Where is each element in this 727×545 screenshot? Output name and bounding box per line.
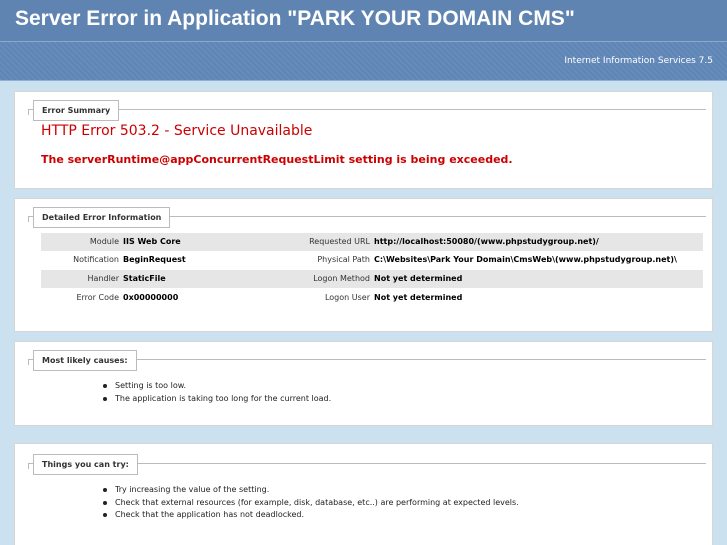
logon-method-label: Logon Method xyxy=(313,274,370,283)
logon-user-label: Logon User xyxy=(324,293,370,302)
legend-tick xyxy=(28,359,29,365)
likely-causes-panel: Most likely causes: Setting is too low. … xyxy=(14,341,713,426)
likely-causes-legend: Most likely causes: xyxy=(33,350,137,371)
server-info: Internet Information Services 7.5 xyxy=(564,56,713,66)
handler-value: StaticFile xyxy=(123,274,166,283)
list-item: Check that external resources (for examp… xyxy=(101,497,519,510)
try-list: Try increasing the value of the setting.… xyxy=(101,484,519,522)
legend-tick xyxy=(28,216,29,222)
list-item: The application is taking too long for t… xyxy=(101,393,331,406)
notification-label: Notification xyxy=(73,255,119,264)
server-info-bar: Internet Information Services 7.5 xyxy=(0,42,727,81)
detailed-error-panel: Detailed Error Information Module IIS Web… xyxy=(14,198,713,332)
list-item: Setting is too low. xyxy=(101,380,331,393)
requested-url-value: http://localhost:50080/(www.phpstudygrou… xyxy=(374,237,599,246)
detail-row: Notification BeginRequest Physical Path C:… xyxy=(41,251,703,269)
module-label: Module xyxy=(89,237,119,246)
detailed-error-legend: Detailed Error Information xyxy=(33,207,171,228)
causes-list: Setting is too low. The application is t… xyxy=(101,380,331,405)
handler-label: Handler xyxy=(87,274,120,283)
error-description: The serverRuntime@appConcurrentRequestLi… xyxy=(41,153,513,166)
logon-method-value: Not yet determined xyxy=(374,274,463,283)
detail-row: Handler StaticFile Logon Method Not yet de… xyxy=(41,270,703,288)
page-header: Server Error in Application "PARK YOUR D… xyxy=(0,0,727,42)
legend-tick xyxy=(28,463,29,469)
list-item: Try increasing the value of the setting. xyxy=(101,484,519,497)
notification-value: BeginRequest xyxy=(123,255,186,264)
legend-tick xyxy=(28,109,29,115)
error-code-label: Error Code xyxy=(76,293,119,302)
error-summary-panel: Error Summary HTTP Error 503.2 - Service… xyxy=(14,91,713,189)
things-to-try-panel: Things you can try: Try increasing the v… xyxy=(14,443,713,545)
physical-path-label: Physical Path xyxy=(317,255,370,264)
requested-url-label: Requested URL xyxy=(309,237,370,246)
page-title: Server Error in Application "PARK YOUR D… xyxy=(15,7,575,30)
list-item: Check that the application has not deadl… xyxy=(101,509,519,522)
legend-rule xyxy=(28,109,706,110)
detail-row: Error Code 0x00000000 Logon User Not yet d… xyxy=(41,289,703,307)
detail-row: Module IIS Web Core Requested URL http://l… xyxy=(41,233,703,251)
module-value: IIS Web Core xyxy=(123,237,181,246)
things-to-try-legend: Things you can try: xyxy=(33,454,138,475)
error-summary-legend: Error Summary xyxy=(33,100,120,121)
error-code-value: 0x00000000 xyxy=(123,293,179,302)
logon-user-value: Not yet determined xyxy=(374,293,463,302)
error-title: HTTP Error 503.2 - Service Unavailable xyxy=(41,123,313,139)
physical-path-value: C:\Websites\Park Your Domain\CmsWeb\(www… xyxy=(374,255,677,264)
